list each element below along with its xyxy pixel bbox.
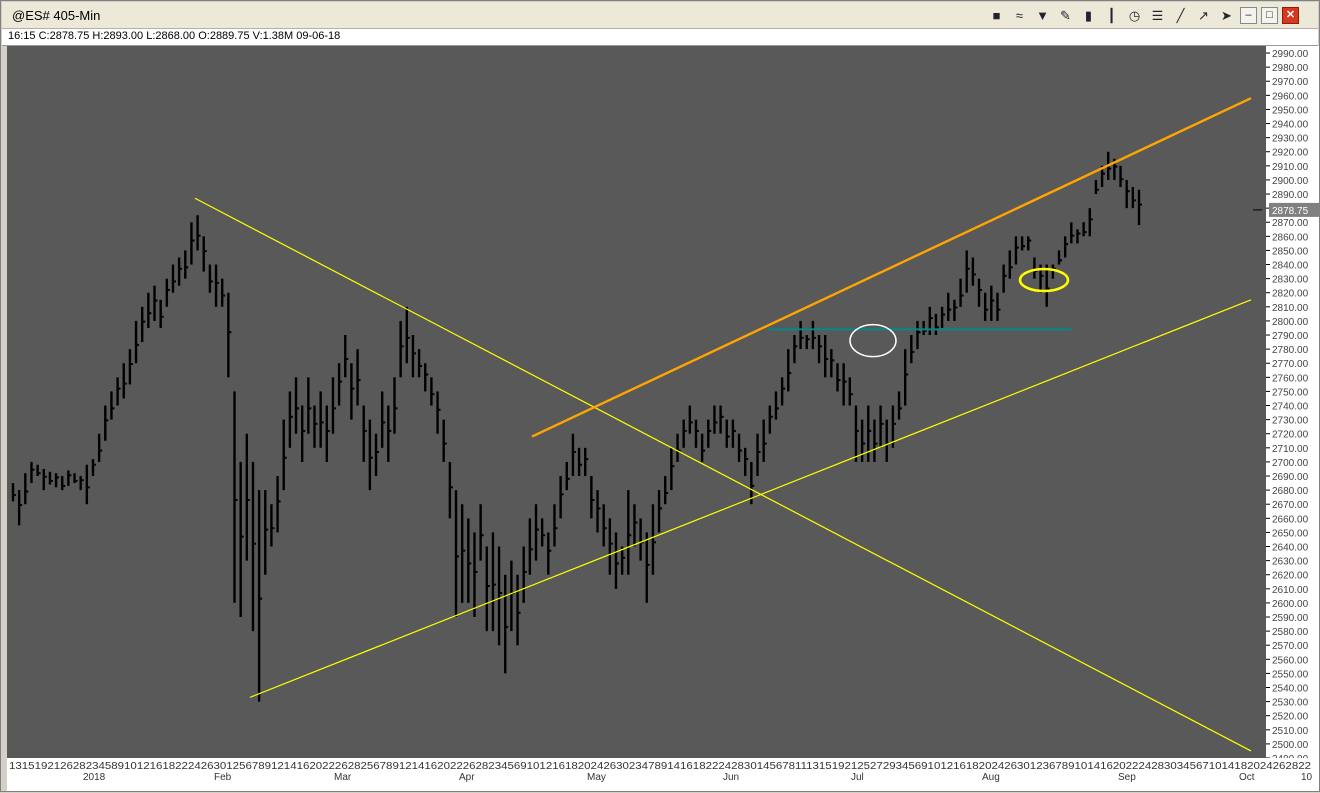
y-tick-label: 2750.00 <box>1272 387 1309 398</box>
y-tick-label: 2930.00 <box>1272 134 1309 145</box>
x-month-tick: 10 <box>1301 772 1313 783</box>
y-tick-label: 2840.00 <box>1272 261 1309 272</box>
y-tick-label: 2810.00 <box>1272 303 1309 314</box>
plot-area <box>7 46 1266 758</box>
y-tick-label: 2710.00 <box>1272 444 1309 455</box>
price-chart[interactable]: 2490.002500.002510.002520.002530.002540.… <box>1 1 1320 793</box>
y-tick-label: 2620.00 <box>1272 571 1309 582</box>
chart-window: @ES# 405-Min ■ ≈ ▼ ✎ ▮ ┃ ◷ ☰ ╱ ↗ ➤ – □ ✕… <box>0 0 1320 792</box>
y-tick-label: 2600.00 <box>1272 599 1309 610</box>
last-price-label: 2878.75 <box>1272 206 1309 217</box>
y-tick-label: 2500.00 <box>1272 740 1309 751</box>
y-tick-label: 2910.00 <box>1272 162 1309 173</box>
y-tick-label: 2950.00 <box>1272 105 1309 116</box>
y-tick-label: 2690.00 <box>1272 472 1309 483</box>
x-month-tick: Apr <box>459 772 475 783</box>
y-tick-label: 2550.00 <box>1272 669 1309 680</box>
y-tick-label: 2650.00 <box>1272 528 1309 539</box>
y-tick-label: 2770.00 <box>1272 359 1309 370</box>
y-tick-label: 2890.00 <box>1272 190 1309 201</box>
y-tick-label: 2700.00 <box>1272 458 1309 469</box>
x-month-tick: Jun <box>723 772 739 783</box>
x-month-tick: Oct <box>1239 772 1255 783</box>
y-tick-label: 2730.00 <box>1272 416 1309 427</box>
y-tick-label: 2900.00 <box>1272 176 1309 187</box>
y-tick-label: 2530.00 <box>1272 698 1309 709</box>
y-tick-label: 2590.00 <box>1272 613 1309 624</box>
x-month-tick: May <box>587 772 606 783</box>
y-tick-label: 2660.00 <box>1272 514 1309 525</box>
y-tick-label: 2760.00 <box>1272 373 1309 384</box>
x-month-tick: Feb <box>214 772 232 783</box>
y-tick-label: 2510.00 <box>1272 726 1309 737</box>
y-tick-label: 2940.00 <box>1272 120 1309 131</box>
y-tick-label: 2800.00 <box>1272 317 1309 328</box>
y-tick-label: 2780.00 <box>1272 345 1309 356</box>
y-tick-label: 2970.00 <box>1272 77 1309 88</box>
y-tick-label: 2870.00 <box>1272 218 1309 229</box>
y-tick-label: 2580.00 <box>1272 627 1309 638</box>
x-month-tick: Jul <box>851 772 864 783</box>
y-tick-label: 2820.00 <box>1272 289 1309 300</box>
y-tick-label: 2980.00 <box>1272 63 1309 74</box>
x-month-tick: Mar <box>334 772 352 783</box>
y-tick-label: 2830.00 <box>1272 275 1309 286</box>
y-tick-label: 2680.00 <box>1272 486 1309 497</box>
y-tick-label: 2610.00 <box>1272 585 1309 596</box>
x-month-tick: Sep <box>1118 772 1136 783</box>
y-tick-label: 2790.00 <box>1272 331 1309 342</box>
y-tick-label: 2850.00 <box>1272 246 1309 257</box>
y-tick-label: 2860.00 <box>1272 232 1309 243</box>
y-tick-label: 2570.00 <box>1272 641 1309 652</box>
y-tick-label: 2520.00 <box>1272 712 1309 723</box>
y-tick-label: 2920.00 <box>1272 148 1309 159</box>
y-tick-label: 2740.00 <box>1272 402 1309 413</box>
y-tick-label: 2720.00 <box>1272 430 1309 441</box>
y-tick-label: 2990.00 <box>1272 49 1309 60</box>
y-tick-label: 2670.00 <box>1272 500 1309 511</box>
x-day-ticks: 1315192126282345891012161822242630125678… <box>9 761 1311 772</box>
x-month-tick: Aug <box>982 772 1000 783</box>
y-tick-label: 2960.00 <box>1272 91 1309 102</box>
y-tick-label: 2540.00 <box>1272 684 1309 695</box>
y-tick-label: 2630.00 <box>1272 557 1309 568</box>
y-tick-label: 2640.00 <box>1272 543 1309 554</box>
x-month-tick: 2018 <box>83 772 106 783</box>
y-tick-label: 2560.00 <box>1272 655 1309 666</box>
